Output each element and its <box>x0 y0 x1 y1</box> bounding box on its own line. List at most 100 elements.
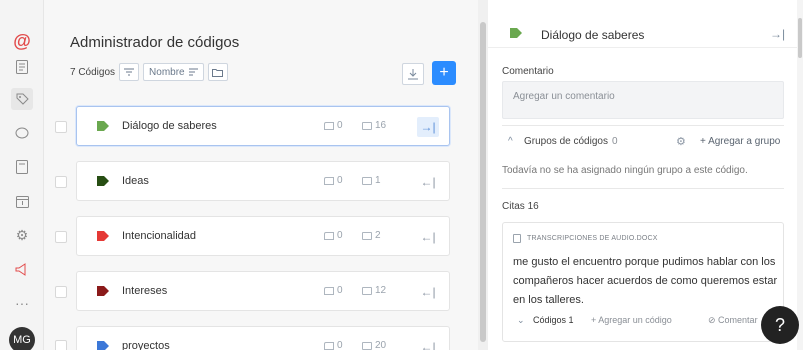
code-card[interactable]: Diálogo de saberes 0 16 →| <box>76 106 450 146</box>
document-icon[interactable] <box>11 156 33 178</box>
groups-label[interactable]: Grupos de códigos 0 <box>524 136 618 147</box>
detail-header: Diálogo de saberes →| <box>488 0 803 48</box>
comment-icon <box>362 341 372 350</box>
code-card[interactable]: Intereses 0 12 ←| <box>76 271 450 311</box>
open-detail-arrow-icon[interactable]: ←| <box>417 172 439 192</box>
divider <box>502 188 784 189</box>
settings-icon[interactable]: ⚙ <box>11 224 33 246</box>
folder-icon <box>212 68 224 77</box>
comment-link[interactable]: ⊘ Comentar <box>708 315 758 326</box>
comment-icon <box>362 121 372 130</box>
citation-codes[interactable]: Códigos 1 <box>533 315 574 325</box>
code-name: proyectos <box>122 340 170 350</box>
tag-icon <box>97 341 109 350</box>
sort-button[interactable]: Nombre <box>143 63 204 81</box>
code-card[interactable]: proyectos 0 20 ←| <box>76 326 450 350</box>
sort-label: Nombre <box>149 66 185 78</box>
help-button[interactable]: ? <box>761 306 799 344</box>
download-icon <box>408 68 418 79</box>
group-folder-button[interactable] <box>207 63 228 81</box>
chevron-down-icon[interactable]: ⌄ <box>517 315 525 326</box>
comment-icon[interactable] <box>11 122 33 144</box>
tag-icon <box>97 121 109 131</box>
logo-icon[interactable]: @ <box>11 30 33 52</box>
detail-title: Diálogo de saberes <box>541 28 645 42</box>
folder-icon <box>324 341 334 350</box>
right-scrollbar[interactable] <box>797 0 803 350</box>
document-list-icon[interactable] <box>11 56 33 78</box>
folder-icon <box>324 121 334 130</box>
row-checkbox[interactable] <box>55 231 67 243</box>
app: @ ⚙ ··· MG Administrador de códigos 7 Có… <box>0 0 803 350</box>
comment-icon <box>362 176 372 185</box>
sort-order-icon <box>188 68 198 75</box>
groups-count: 0 <box>324 230 343 241</box>
code-name: Diálogo de saberes <box>122 120 217 132</box>
no-group-note: Todavía no se ha asignado ningún grupo a… <box>502 165 748 176</box>
code-detail-panel: Diálogo de saberes →| Comentario Agregar… <box>488 0 803 350</box>
avatar[interactable]: MG <box>9 327 35 350</box>
tag-icon <box>510 28 522 38</box>
calendar-icon[interactable] <box>11 190 33 212</box>
document-icon <box>513 234 521 243</box>
add-to-group-button[interactable]: + Agregar a grupo <box>700 136 780 147</box>
comment-icon <box>362 286 372 295</box>
citations-count: 20 <box>362 340 386 350</box>
comment-input[interactable]: Agregar un comentario <box>502 81 784 119</box>
more-icon[interactable]: ··· <box>11 292 33 314</box>
download-button[interactable] <box>402 63 424 85</box>
comment-icon <box>362 231 372 240</box>
scrollbar-thumb[interactable] <box>798 18 802 58</box>
code-count: 7 Códigos <box>70 66 116 78</box>
citations-count: 2 <box>362 230 381 241</box>
code-card[interactable]: Ideas 0 1 ←| <box>76 161 450 201</box>
code-manager-panel: Administrador de códigos 7 Códigos Nombr… <box>44 0 478 350</box>
scrollbar-thumb[interactable] <box>480 22 486 342</box>
folder-icon <box>324 176 334 185</box>
tag-icon <box>97 176 109 186</box>
folder-icon <box>324 231 334 240</box>
folder-icon <box>324 286 334 295</box>
open-detail-arrow-icon[interactable]: ←| <box>417 282 439 302</box>
tag-icon <box>97 286 109 296</box>
add-code-link[interactable]: + Agregar un código <box>591 315 672 325</box>
code-name: Intencionalidad <box>122 230 197 242</box>
citation-footer: ⌄ Códigos 1 + Agregar un código ⊘ Coment… <box>513 315 778 329</box>
citations-count: 12 <box>362 285 386 296</box>
divider <box>502 125 784 126</box>
code-groups-row: ^ Grupos de códigos 0 ⚙ + Agregar a grupo <box>502 136 784 150</box>
code-name: Intereses <box>122 285 168 297</box>
open-detail-arrow-icon[interactable]: →| <box>417 117 439 137</box>
groups-count: 0 <box>324 120 343 131</box>
open-detail-arrow-icon[interactable]: ←| <box>417 337 439 350</box>
filter-button[interactable] <box>119 63 140 81</box>
add-code-button[interactable]: + <box>432 61 456 85</box>
tag-icon[interactable] <box>11 88 33 110</box>
row-checkbox[interactable] <box>55 340 67 350</box>
citations-count: 1 <box>362 175 381 186</box>
code-toolbar: 7 Códigos Nombre <box>70 63 228 81</box>
citation-source[interactable]: TRANSCRIPCIONES DE AUDIO.DOCX <box>513 234 658 243</box>
row-checkbox[interactable] <box>55 176 67 188</box>
filter-icon <box>124 68 135 76</box>
groups-count: 0 <box>324 285 343 296</box>
left-rail: @ ⚙ ··· MG <box>0 0 44 350</box>
center-scrollbar[interactable] <box>478 0 488 350</box>
citation-card[interactable]: TRANSCRIPCIONES DE AUDIO.DOCX me gusto e… <box>502 222 784 342</box>
citations-heading: Citas 16 <box>502 201 539 212</box>
page-title: Administrador de códigos <box>70 34 240 51</box>
citations-count: 16 <box>362 120 386 131</box>
groups-count: 0 <box>324 175 343 186</box>
megaphone-icon[interactable] <box>11 258 33 280</box>
row-checkbox[interactable] <box>55 286 67 298</box>
code-card[interactable]: Intencionalidad 0 2 ←| <box>76 216 450 256</box>
gear-icon[interactable]: ⚙ <box>676 135 686 148</box>
chevron-up-icon[interactable]: ^ <box>508 136 513 147</box>
groups-count: 0 <box>324 340 343 350</box>
code-name: Ideas <box>122 175 149 187</box>
comment-label: Comentario <box>502 66 554 77</box>
close-panel-icon[interactable]: →| <box>770 27 785 41</box>
tag-icon <box>97 231 109 241</box>
row-checkbox[interactable] <box>55 121 67 133</box>
open-detail-arrow-icon[interactable]: ←| <box>417 227 439 247</box>
